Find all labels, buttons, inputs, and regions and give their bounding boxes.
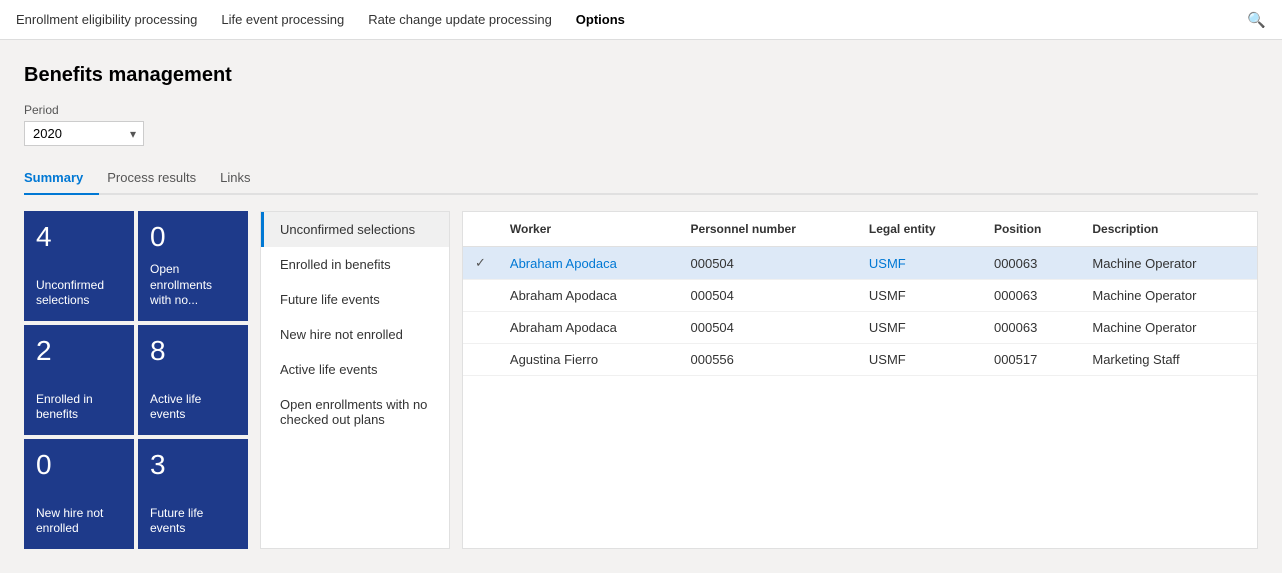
row-check (463, 280, 498, 312)
tile-unconfirmed-selections[interactable]: 4 Unconfirmed selections (24, 211, 134, 321)
tile-newhire-number: 0 (36, 451, 122, 479)
tile-new-hire[interactable]: 0 New hire not enrolled (24, 439, 134, 549)
tile-enrolled-number: 2 (36, 337, 122, 365)
row-position: 000517 (982, 344, 1080, 376)
row-description: Machine Operator (1080, 312, 1257, 344)
col-position: Position (982, 212, 1080, 247)
row-worker: Abraham Apodaca (498, 280, 679, 312)
tile-future-number: 3 (150, 451, 236, 479)
row-worker: Agustina Fierro (498, 344, 679, 376)
row-position: 000063 (982, 280, 1080, 312)
tile-unconfirmed-label: Unconfirmed selections (36, 278, 122, 309)
menu-item-active-life-events[interactable]: Active life events (261, 352, 449, 387)
col-description: Description (1080, 212, 1257, 247)
dashboard: 4 Unconfirmed selections 0 Open enrollme… (24, 211, 1258, 549)
tab-links[interactable]: Links (220, 162, 266, 195)
row-worker: Abraham Apodaca (498, 312, 679, 344)
period-select-wrapper: 2020 (24, 121, 144, 146)
tile-future-life[interactable]: 3 Future life events (138, 439, 248, 549)
table-row[interactable]: Abraham Apodaca000504USMF000063Machine O… (463, 312, 1257, 344)
tile-unconfirmed-number: 4 (36, 223, 122, 251)
menu-item-new-hire-not-enrolled[interactable]: New hire not enrolled (261, 317, 449, 352)
nav-rate-change[interactable]: Rate change update processing (368, 2, 552, 37)
nav-options[interactable]: Options (576, 2, 625, 37)
row-description: Machine Operator (1080, 247, 1257, 280)
row-personnel-number: 000504 (679, 312, 857, 344)
checkmark-icon: ✓ (475, 255, 486, 270)
table-row[interactable]: ✓ Abraham Apodaca000504USMF000063Machine … (463, 247, 1257, 280)
row-personnel-number: 000556 (679, 344, 857, 376)
table-row[interactable]: Agustina Fierro000556USMF000517Marketing… (463, 344, 1257, 376)
search-icon[interactable]: 🔍 (1247, 11, 1266, 29)
tab-process-results[interactable]: Process results (107, 162, 212, 195)
row-legal-entity: USMF (857, 344, 982, 376)
nav-life-event[interactable]: Life event processing (221, 2, 344, 37)
tile-enrolled-label: Enrolled in benefits (36, 392, 122, 423)
menu-item-future-life-events[interactable]: Future life events (261, 282, 449, 317)
tile-open-label: Open enrollments with no... (150, 262, 236, 309)
col-check (463, 212, 498, 247)
tile-enrolled[interactable]: 2 Enrolled in benefits (24, 325, 134, 435)
tile-open-enrollments[interactable]: 0 Open enrollments with no... (138, 211, 248, 321)
row-position: 000063 (982, 247, 1080, 280)
period-select[interactable]: 2020 (24, 121, 144, 146)
nav-enrollment[interactable]: Enrollment eligibility processing (16, 2, 197, 37)
row-worker[interactable]: Abraham Apodaca (498, 247, 679, 280)
col-worker: Worker (498, 212, 679, 247)
menu-item-open-enrollments[interactable]: Open enrollments with no checked out pla… (261, 387, 449, 437)
tile-newhire-label: New hire not enrolled (36, 506, 122, 537)
side-menu: Unconfirmed selections Enrolled in benef… (260, 211, 450, 549)
main-content: Benefits management Period 2020 Summary … (0, 40, 1282, 573)
table-panel: Worker Personnel number Legal entity Pos… (462, 211, 1258, 549)
row-legal-entity[interactable]: USMF (857, 247, 982, 280)
table-header-row: Worker Personnel number Legal entity Pos… (463, 212, 1257, 247)
data-table: Worker Personnel number Legal entity Pos… (463, 212, 1257, 376)
row-check (463, 344, 498, 376)
col-personnel-number: Personnel number (679, 212, 857, 247)
row-description: Machine Operator (1080, 280, 1257, 312)
menu-item-unconfirmed-selections[interactable]: Unconfirmed selections (261, 212, 449, 247)
tile-open-number: 0 (150, 223, 236, 251)
menu-item-enrolled-in-benefits[interactable]: Enrolled in benefits (261, 247, 449, 282)
tile-future-label: Future life events (150, 506, 236, 537)
tile-active-label: Active life events (150, 392, 236, 423)
top-navigation: Enrollment eligibility processing Life e… (0, 0, 1282, 40)
row-check: ✓ (463, 247, 498, 280)
page-title: Benefits management (24, 64, 1258, 87)
row-personnel-number: 000504 (679, 280, 857, 312)
row-personnel-number: 000504 (679, 247, 857, 280)
row-description: Marketing Staff (1080, 344, 1257, 376)
tab-summary[interactable]: Summary (24, 162, 99, 195)
period-field: Period 2020 (24, 103, 1258, 162)
period-label: Period (24, 103, 1258, 117)
tiles-grid: 4 Unconfirmed selections 0 Open enrollme… (24, 211, 248, 549)
col-legal-entity: Legal entity (857, 212, 982, 247)
tile-active-number: 8 (150, 337, 236, 365)
table-row[interactable]: Abraham Apodaca000504USMF000063Machine O… (463, 280, 1257, 312)
row-check (463, 312, 498, 344)
tile-active-life[interactable]: 8 Active life events (138, 325, 248, 435)
row-legal-entity: USMF (857, 280, 982, 312)
row-position: 000063 (982, 312, 1080, 344)
tabs-bar: Summary Process results Links (24, 162, 1258, 195)
row-legal-entity: USMF (857, 312, 982, 344)
